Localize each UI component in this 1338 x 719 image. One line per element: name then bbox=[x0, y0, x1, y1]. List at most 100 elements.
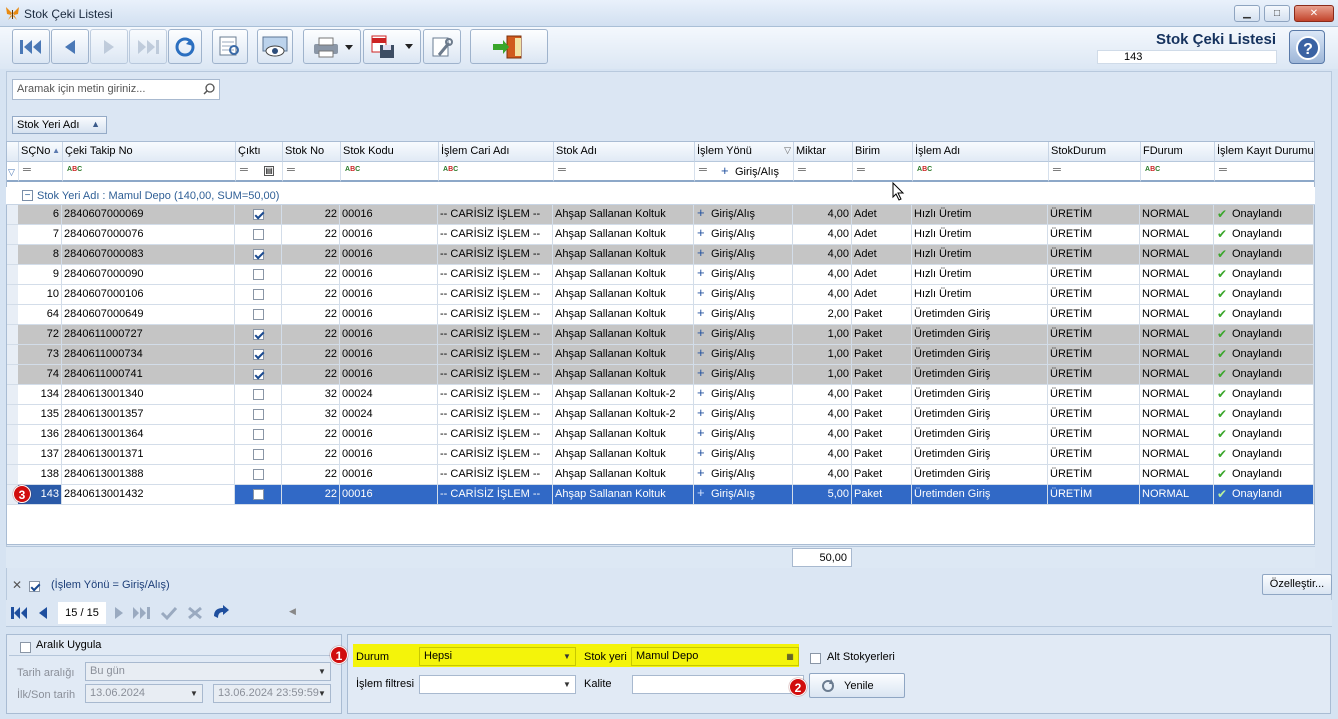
col-stok-kodu-cell[interactable]: 00016 bbox=[340, 205, 438, 225]
col-ceki-takip-no-cell[interactable]: 2840607000076 bbox=[62, 225, 235, 245]
col-islem-adi-cell[interactable]: Üretimden Giriş bbox=[912, 345, 1048, 365]
col-miktar-cell[interactable]: 4,00 bbox=[793, 285, 852, 305]
col-stok-no-cell[interactable]: 22 bbox=[282, 225, 340, 245]
col-f-durum-cell[interactable]: NORMAL bbox=[1140, 305, 1214, 325]
col-islem-adi-cell[interactable]: Hızlı Üretim bbox=[912, 245, 1048, 265]
customize-button[interactable]: Özelleştir... bbox=[1262, 574, 1332, 595]
col-islem-cari-adi-cell[interactable]: -- CARİSİZ İŞLEM -- bbox=[438, 485, 553, 505]
col-scno-cell[interactable]: 74 bbox=[18, 365, 62, 385]
col-scno-filter[interactable]: ═ bbox=[19, 162, 63, 182]
col-stok-kodu-cell[interactable]: 00016 bbox=[340, 425, 438, 445]
col-islem-yonu-header[interactable]: İşlem Yönü ▽ bbox=[695, 142, 794, 162]
col-stok-durum-cell[interactable]: ÜRETİM bbox=[1048, 325, 1140, 345]
col-cikti-cell[interactable] bbox=[235, 205, 282, 225]
col-islem-cari-adi-cell[interactable]: -- CARİSİZ İŞLEM -- bbox=[438, 265, 553, 285]
col-stok-adi-filter[interactable]: ═ bbox=[554, 162, 695, 182]
col-cikti-cell[interactable] bbox=[235, 325, 282, 345]
col-stok-durum-cell[interactable]: ÜRETİM bbox=[1048, 225, 1140, 245]
col-islem-cari-adi-cell[interactable]: -- CARİSİZ İŞLEM -- bbox=[438, 245, 553, 265]
col-islem-cari-adi-cell[interactable]: -- CARİSİZ İŞLEM -- bbox=[438, 205, 553, 225]
col-islem-kayit-durumu-cell[interactable]: ✔ Onaylandı bbox=[1214, 385, 1314, 405]
col-miktar-cell[interactable]: 5,00 bbox=[793, 485, 852, 505]
col-islem-cari-adi-cell[interactable]: -- CARİSİZ İŞLEM -- bbox=[438, 445, 553, 465]
col-miktar-cell[interactable]: 4,00 bbox=[793, 205, 852, 225]
previous-record-button[interactable] bbox=[51, 29, 89, 64]
col-stok-adi-cell[interactable]: Ahşap Sallanan Koltuk bbox=[553, 245, 694, 265]
col-f-durum-cell[interactable]: NORMAL bbox=[1140, 245, 1214, 265]
col-f-durum-header[interactable]: FDurum bbox=[1141, 142, 1215, 162]
col-islem-yonu-cell[interactable]: + Giriş/Alış bbox=[694, 345, 793, 365]
col-stok-durum-cell[interactable]: ÜRETİM bbox=[1048, 265, 1140, 285]
col-ceki-takip-no-cell[interactable]: 2840607000649 bbox=[62, 305, 235, 325]
col-scno-cell[interactable]: 136 bbox=[18, 425, 62, 445]
col-islem-cari-adi-cell[interactable]: -- CARİSİZ İŞLEM -- bbox=[438, 305, 553, 325]
col-stok-adi-cell[interactable]: Ahşap Sallanan Koltuk bbox=[553, 425, 694, 445]
col-islem-kayit-durumu-cell[interactable]: ✔ Onaylandı bbox=[1214, 465, 1314, 485]
col-scno-cell[interactable]: 6 bbox=[18, 205, 62, 225]
lookup-icon[interactable]: ▦ bbox=[784, 650, 796, 663]
nav-first-icon[interactable] bbox=[10, 605, 28, 621]
col-islem-yonu-cell[interactable]: + Giriş/Alış bbox=[694, 465, 793, 485]
col-islem-kayit-durumu-cell[interactable]: ✔ Onaylandı bbox=[1214, 245, 1314, 265]
col-miktar-cell[interactable]: 1,00 bbox=[793, 365, 852, 385]
cikti-checkbox[interactable] bbox=[252, 228, 264, 240]
nav-apply-icon[interactable] bbox=[160, 605, 178, 621]
col-birim-cell[interactable]: Adet bbox=[852, 265, 912, 285]
col-f-durum-cell[interactable]: NORMAL bbox=[1140, 205, 1214, 225]
col-islem-yonu-cell[interactable]: + Giriş/Alış bbox=[694, 265, 793, 285]
col-ceki-takip-no-cell[interactable]: 2840613001364 bbox=[62, 425, 235, 445]
col-miktar-cell[interactable]: 1,00 bbox=[793, 325, 852, 345]
col-islem-yonu-cell[interactable]: + Giriş/Alış bbox=[694, 205, 793, 225]
col-scno-cell[interactable]: 73 bbox=[18, 345, 62, 365]
filter-row-indicator[interactable]: ▽ bbox=[7, 162, 19, 182]
col-stok-durum-cell[interactable]: ÜRETİM bbox=[1048, 245, 1140, 265]
col-miktar-header[interactable]: Miktar bbox=[794, 142, 853, 162]
col-ceki-takip-no-cell[interactable]: 2840607000090 bbox=[62, 265, 235, 285]
col-islem-kayit-durumu-cell[interactable]: ✔ Onaylandı bbox=[1214, 445, 1314, 465]
cikti-checkbox[interactable] bbox=[252, 348, 264, 360]
col-islem-adi-cell[interactable]: Üretimden Giriş bbox=[912, 385, 1048, 405]
row-indicator[interactable] bbox=[7, 365, 18, 385]
col-cikti-cell[interactable] bbox=[235, 285, 282, 305]
col-islem-kayit-durumu-cell[interactable]: ✔ Onaylandı bbox=[1214, 305, 1314, 325]
col-ceki-takip-no-filter[interactable]: ABC bbox=[63, 162, 236, 182]
col-islem-cari-adi-cell[interactable]: -- CARİSİZ İŞLEM -- bbox=[438, 285, 553, 305]
col-stok-kodu-cell[interactable]: 00024 bbox=[340, 405, 438, 425]
col-birim-cell[interactable]: Paket bbox=[852, 385, 912, 405]
row-indicator[interactable] bbox=[7, 465, 18, 485]
first-record-button[interactable] bbox=[12, 29, 50, 64]
col-cikti-cell[interactable] bbox=[235, 485, 282, 505]
col-cikti-cell[interactable] bbox=[235, 365, 282, 385]
col-islem-kayit-durumu-cell[interactable]: ✔ Onaylandı bbox=[1214, 265, 1314, 285]
col-birim-cell[interactable]: Paket bbox=[852, 465, 912, 485]
col-stok-no-filter[interactable]: ═ bbox=[283, 162, 341, 182]
col-birim-cell[interactable]: Paket bbox=[852, 445, 912, 465]
col-birim-cell[interactable]: Paket bbox=[852, 345, 912, 365]
col-stok-adi-cell[interactable]: Ahşap Sallanan Koltuk bbox=[553, 365, 694, 385]
col-islem-adi-cell[interactable]: Üretimden Giriş bbox=[912, 325, 1048, 345]
col-stok-durum-cell[interactable]: ÜRETİM bbox=[1048, 285, 1140, 305]
col-birim-cell[interactable]: Adet bbox=[852, 205, 912, 225]
col-stok-no-cell[interactable]: 22 bbox=[282, 325, 340, 345]
col-islem-yonu-cell[interactable]: + Giriş/Alış bbox=[694, 365, 793, 385]
col-stok-adi-cell[interactable]: Ahşap Sallanan Koltuk bbox=[553, 205, 694, 225]
minimize-button[interactable]: ▁ bbox=[1234, 5, 1260, 22]
col-stok-no-cell[interactable]: 22 bbox=[282, 205, 340, 225]
col-islem-yonu-cell[interactable]: + Giriş/Alış bbox=[694, 445, 793, 465]
start-date-field[interactable]: 13.06.2024 ▼ bbox=[85, 684, 203, 703]
col-stok-kodu-filter[interactable]: ABC bbox=[341, 162, 439, 182]
col-scno-cell[interactable]: 134 bbox=[18, 385, 62, 405]
col-f-durum-cell[interactable]: NORMAL bbox=[1140, 405, 1214, 425]
col-stok-adi-header[interactable]: Stok Adı bbox=[554, 142, 695, 162]
nav-last-icon[interactable] bbox=[132, 605, 152, 621]
close-button[interactable]: ✕ bbox=[1294, 5, 1334, 22]
col-birim-filter[interactable]: ═ bbox=[853, 162, 913, 182]
cikti-checkbox[interactable] bbox=[252, 268, 264, 280]
col-stok-no-cell[interactable]: 22 bbox=[282, 305, 340, 325]
col-islem-adi-cell[interactable]: Üretimden Giriş bbox=[912, 425, 1048, 445]
col-ceki-takip-no-cell[interactable]: 2840611000734 bbox=[62, 345, 235, 365]
cikti-checkbox[interactable] bbox=[252, 388, 264, 400]
col-miktar-cell[interactable]: 4,00 bbox=[793, 425, 852, 445]
col-islem-yonu-cell[interactable]: + Giriş/Alış bbox=[694, 305, 793, 325]
col-miktar-cell[interactable]: 4,00 bbox=[793, 445, 852, 465]
